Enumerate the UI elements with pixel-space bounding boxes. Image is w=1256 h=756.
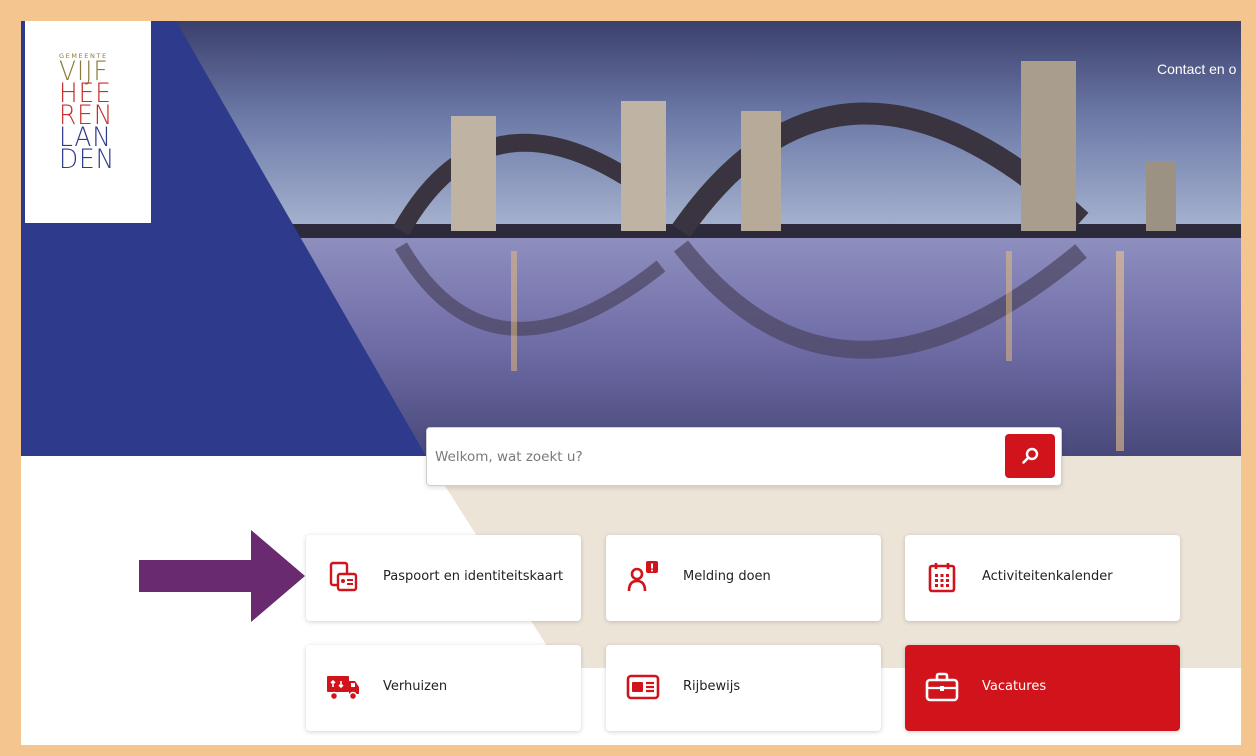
briefcase-icon [925, 669, 959, 705]
tile-rijbewijs[interactable]: Rijbewijs [606, 645, 881, 731]
tile-label: Paspoort en identiteitskaart [383, 569, 564, 584]
tile-activiteitenkalender[interactable]: Activiteitenkalender [905, 535, 1180, 621]
report-person-icon [626, 559, 660, 595]
search-icon [1022, 447, 1039, 464]
tile-verhuizen[interactable]: Verhuizen [306, 645, 581, 731]
moving-truck-icon [326, 669, 360, 705]
search-bar [426, 427, 1062, 486]
logo-line-5: DEN [59, 144, 116, 175]
tile-label: Rijbewijs [683, 679, 741, 694]
hero-image [21, 21, 1241, 456]
tile-label: Vacatures [982, 679, 1047, 694]
passport-id-icon [326, 559, 360, 595]
municipality-logo[interactable]: GEMEENTE VIJF HEE REN LAN DEN [25, 21, 151, 223]
tile-melding[interactable]: Melding doen [606, 535, 881, 621]
search-button[interactable] [1005, 434, 1055, 478]
annotation-arrow [139, 530, 305, 622]
search-input[interactable] [435, 438, 995, 476]
contact-link[interactable]: Contact en o [1157, 61, 1236, 77]
page-frame: GEMEENTE VIJF HEE REN LAN DEN Contact en… [21, 21, 1241, 745]
tile-paspoort[interactable]: Paspoort en identiteitskaart [306, 535, 581, 621]
tile-label: Melding doen [683, 569, 771, 584]
tile-label: Activiteitenkalender [982, 569, 1113, 584]
calendar-icon [925, 559, 959, 595]
tile-vacatures[interactable]: Vacatures [905, 645, 1180, 731]
drivers-license-icon [626, 669, 660, 705]
tile-label: Verhuizen [383, 679, 448, 694]
